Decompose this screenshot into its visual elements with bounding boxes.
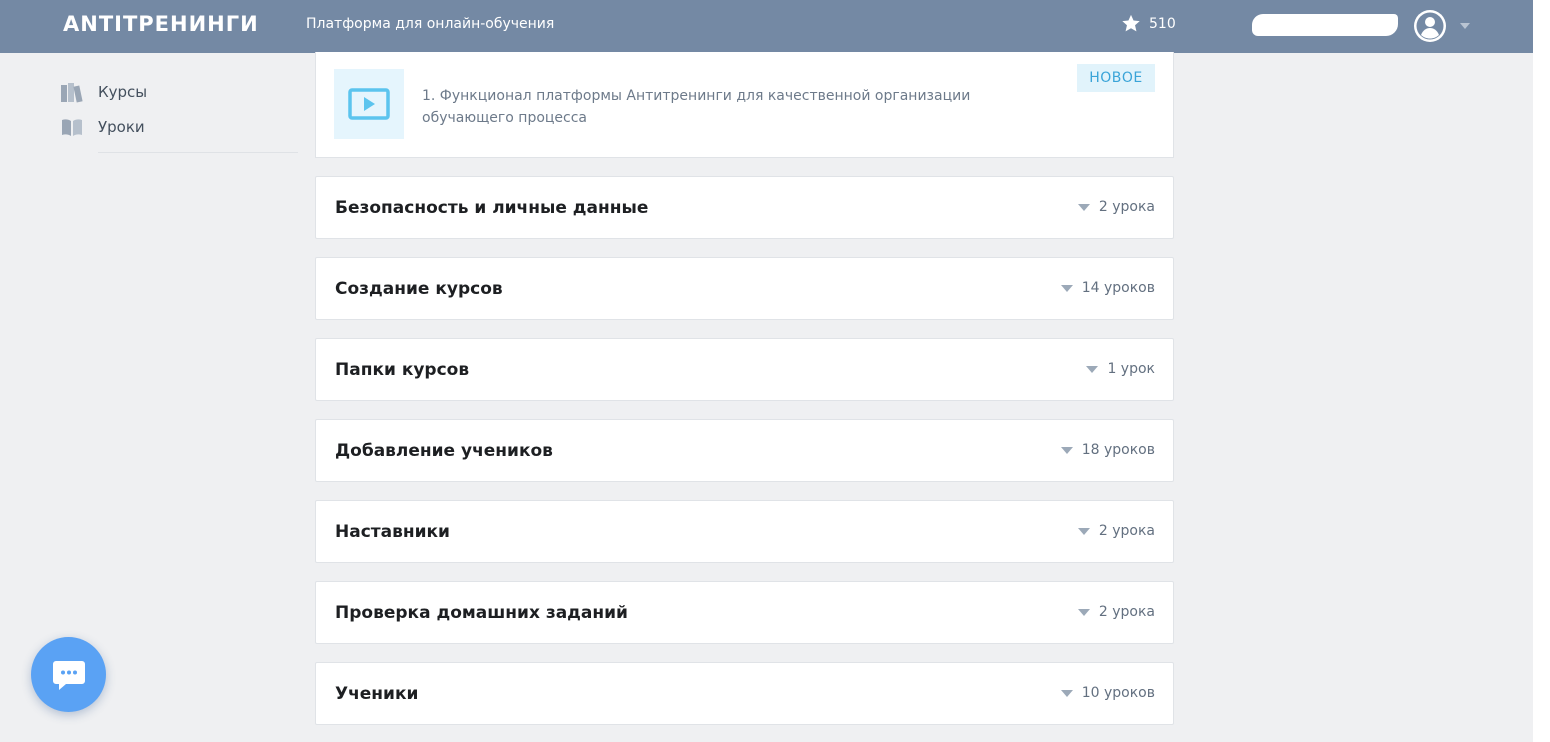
new-badge: НОВОЕ: [1077, 64, 1155, 92]
section-adding-students[interactable]: Добавление учеников 18 уроков: [315, 419, 1174, 482]
section-lesson-count: 14 уроков: [1060, 280, 1155, 296]
lesson-count: 1 урок: [1107, 361, 1155, 377]
section-title: Безопасность и личные данные: [335, 198, 649, 218]
section-lesson-count: 1 урок: [1086, 361, 1155, 377]
section-students[interactable]: Ученики 10 уроков: [315, 662, 1174, 725]
chat-bubble-icon: [52, 660, 85, 690]
section-homework-review[interactable]: Проверка домашних заданий 2 урока: [315, 581, 1174, 644]
section-title: Создание курсов: [335, 279, 503, 299]
books-icon: [61, 82, 83, 102]
lesson-count: 18 уроков: [1081, 442, 1155, 458]
sidebar-item-label: Курсы: [98, 82, 148, 101]
chat-button[interactable]: [31, 637, 106, 712]
section-title: Добавление учеников: [335, 441, 553, 461]
chevron-down-icon[interactable]: [1460, 23, 1470, 29]
sidebar: Курсы Уроки: [60, 74, 300, 153]
section-course-folders[interactable]: Папки курсов 1 урок: [315, 338, 1174, 401]
caret-down-icon: [1077, 608, 1090, 616]
lesson-count: 2 урока: [1098, 199, 1155, 215]
points-value: 510: [1149, 15, 1176, 32]
caret-down-icon: [1060, 446, 1073, 454]
sidebar-divider: [98, 152, 298, 153]
caret-down-icon: [1060, 284, 1073, 292]
course-content: 1. Функционал платформы Антитренинги для…: [315, 52, 1174, 725]
lesson-thumbnail: [334, 69, 404, 139]
video-play-icon: [348, 88, 390, 120]
caret-down-icon: [1060, 689, 1073, 697]
section-lesson-count: 2 урока: [1077, 523, 1155, 539]
top-bar: ANTIТРЕНИНГИ Платформа для онлайн-обучен…: [0, 0, 1533, 53]
lesson-title[interactable]: 1. Функционал платформы Антитренинги для…: [422, 85, 1062, 129]
sidebar-item-lessons[interactable]: Уроки: [60, 109, 300, 144]
tagline: Платформа для онлайн-обучения: [306, 16, 555, 32]
section-course-creation[interactable]: Создание курсов 14 уроков: [315, 257, 1174, 320]
caret-down-icon: [1086, 365, 1099, 373]
section-title: Проверка домашних заданий: [335, 603, 628, 623]
lesson-card[interactable]: 1. Функционал платформы Антитренинги для…: [315, 52, 1174, 158]
sidebar-item-courses[interactable]: Курсы: [60, 74, 300, 109]
section-title: Наставники: [335, 522, 450, 542]
caret-down-icon: [1077, 527, 1090, 535]
lesson-count: 2 урока: [1098, 523, 1155, 539]
section-mentors[interactable]: Наставники 2 урока: [315, 500, 1174, 563]
open-book-icon: [62, 118, 82, 136]
section-lesson-count: 2 урока: [1077, 604, 1155, 620]
section-lesson-count: 10 уроков: [1060, 685, 1155, 701]
caret-down-icon: [1077, 203, 1090, 211]
section-title: Ученики: [335, 684, 419, 704]
lesson-count: 10 уроков: [1081, 685, 1155, 701]
avatar-icon[interactable]: [1413, 9, 1447, 43]
section-title: Папки курсов: [335, 360, 470, 380]
section-security[interactable]: Безопасность и личные данные 2 урока: [315, 176, 1174, 239]
sidebar-item-label: Уроки: [98, 117, 145, 136]
star-icon: [1122, 14, 1140, 32]
points-counter[interactable]: 510: [1121, 14, 1176, 33]
logo[interactable]: ANTIТРЕНИНГИ: [63, 12, 259, 36]
lesson-count: 2 урока: [1098, 604, 1155, 620]
lesson-count: 14 уроков: [1081, 280, 1155, 296]
section-lesson-count: 2 урока: [1077, 199, 1155, 215]
username-redacted: [1252, 14, 1398, 36]
section-lesson-count: 18 уроков: [1060, 442, 1155, 458]
